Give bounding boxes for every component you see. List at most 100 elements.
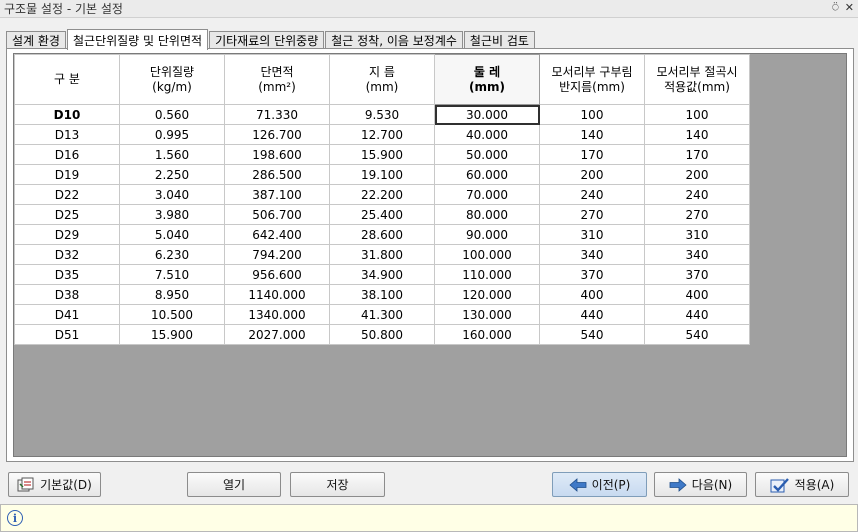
table-row[interactable]: D13 0.995 126.700 12.700 40.000 140 140 <box>14 124 750 145</box>
tab-design-environment[interactable]: 설계 환경 <box>6 31 66 49</box>
col-header-bend-radius[interactable]: 모서리부 구부림 반지름(mm) <box>539 54 645 105</box>
prev-button[interactable]: 이전(P) <box>552 472 647 497</box>
close-icon[interactable]: ✕ <box>845 1 854 15</box>
tab-other-material-weight[interactable]: 기타재료의 단위중량 <box>209 31 325 49</box>
cell-area[interactable]: 794.200 <box>224 244 330 265</box>
cell-unit-mass[interactable]: 8.950 <box>119 284 225 305</box>
cell-category[interactable]: D10 <box>14 104 120 125</box>
cell-perimeter[interactable]: 160.000 <box>434 324 540 345</box>
cell-area[interactable]: 198.600 <box>224 144 330 165</box>
cell-diameter[interactable]: 22.200 <box>329 184 435 205</box>
table-row[interactable]: D22 3.040 387.100 22.200 70.000 240 240 <box>14 184 750 205</box>
cell-bend-radius[interactable]: 140 <box>539 124 645 145</box>
col-header-category[interactable]: 구 분 <box>14 54 120 105</box>
cell-diameter[interactable]: 31.800 <box>329 244 435 265</box>
cell-perimeter[interactable]: 50.000 <box>434 144 540 165</box>
cell-bend-radius[interactable]: 170 <box>539 144 645 165</box>
cell-perimeter[interactable]: 130.000 <box>434 304 540 325</box>
cell-category[interactable]: D19 <box>14 164 120 185</box>
cell-unit-mass[interactable]: 3.040 <box>119 184 225 205</box>
table-row[interactable]: D35 7.510 956.600 34.900 110.000 370 370 <box>14 264 750 285</box>
cell-bend-applied[interactable]: 270 <box>644 204 750 225</box>
table-row[interactable]: D38 8.950 1140.000 38.100 120.000 400 400 <box>14 284 750 305</box>
cell-category[interactable]: D32 <box>14 244 120 265</box>
cell-category[interactable]: D29 <box>14 224 120 245</box>
table-row[interactable]: D16 1.560 198.600 15.900 50.000 170 170 <box>14 144 750 165</box>
tab-anchorage-factor[interactable]: 철근 정착, 이음 보정계수 <box>325 31 463 49</box>
cell-unit-mass[interactable]: 1.560 <box>119 144 225 165</box>
cell-category[interactable]: D51 <box>14 324 120 345</box>
cell-perimeter[interactable]: 30.000 <box>434 104 540 125</box>
cell-bend-applied[interactable]: 440 <box>644 304 750 325</box>
cell-area[interactable]: 2027.000 <box>224 324 330 345</box>
cell-perimeter[interactable]: 120.000 <box>434 284 540 305</box>
cell-category[interactable]: D41 <box>14 304 120 325</box>
table-row[interactable]: D29 5.040 642.400 28.600 90.000 310 310 <box>14 224 750 245</box>
cell-area[interactable]: 387.100 <box>224 184 330 205</box>
table-row[interactable]: D51 15.900 2027.000 50.800 160.000 540 540 <box>14 324 750 345</box>
cell-bend-radius[interactable]: 440 <box>539 304 645 325</box>
cell-bend-applied[interactable]: 140 <box>644 124 750 145</box>
cell-diameter[interactable]: 15.900 <box>329 144 435 165</box>
cell-diameter[interactable]: 28.600 <box>329 224 435 245</box>
cell-area[interactable]: 1140.000 <box>224 284 330 305</box>
col-header-unit-mass[interactable]: 단위질량 (kg/m) <box>119 54 225 105</box>
cell-perimeter[interactable]: 90.000 <box>434 224 540 245</box>
col-header-perimeter[interactable]: 둘 레 (mm) <box>434 54 540 105</box>
save-button[interactable]: 저장 <box>290 472 385 497</box>
cell-area[interactable]: 956.600 <box>224 264 330 285</box>
cell-diameter[interactable]: 41.300 <box>329 304 435 325</box>
cell-bend-radius[interactable]: 240 <box>539 184 645 205</box>
cell-perimeter[interactable]: 110.000 <box>434 264 540 285</box>
tab-rebar-unit-mass[interactable]: 철근단위질량 및 단위면적 <box>66 29 209 50</box>
next-button[interactable]: 다음(N) <box>654 472 747 497</box>
cell-area[interactable]: 642.400 <box>224 224 330 245</box>
cell-bend-radius[interactable]: 400 <box>539 284 645 305</box>
pin-icon[interactable]: ⍥ <box>832 1 839 15</box>
table-row[interactable]: D19 2.250 286.500 19.100 60.000 200 200 <box>14 164 750 185</box>
cell-category[interactable]: D13 <box>14 124 120 145</box>
cell-unit-mass[interactable]: 10.500 <box>119 304 225 325</box>
default-button[interactable]: 기본값(D) <box>8 472 101 497</box>
col-header-bend-applied[interactable]: 모서리부 절곡시 적용값(mm) <box>644 54 750 105</box>
table-row[interactable]: D25 3.980 506.700 25.400 80.000 270 270 <box>14 204 750 225</box>
cell-bend-applied[interactable]: 400 <box>644 284 750 305</box>
cell-bend-applied[interactable]: 310 <box>644 224 750 245</box>
cell-bend-radius[interactable]: 310 <box>539 224 645 245</box>
cell-area[interactable]: 126.700 <box>224 124 330 145</box>
cell-area[interactable]: 71.330 <box>224 104 330 125</box>
cell-perimeter[interactable]: 100.000 <box>434 244 540 265</box>
cell-bend-applied[interactable]: 540 <box>644 324 750 345</box>
cell-perimeter[interactable]: 70.000 <box>434 184 540 205</box>
col-header-diameter[interactable]: 지 름 (mm) <box>329 54 435 105</box>
apply-button[interactable]: 적용(A) <box>755 472 849 497</box>
cell-category[interactable]: D22 <box>14 184 120 205</box>
cell-diameter[interactable]: 50.800 <box>329 324 435 345</box>
cell-area[interactable]: 286.500 <box>224 164 330 185</box>
cell-diameter[interactable]: 25.400 <box>329 204 435 225</box>
cell-category[interactable]: D25 <box>14 204 120 225</box>
cell-unit-mass[interactable]: 5.040 <box>119 224 225 245</box>
col-header-area[interactable]: 단면적 (mm²) <box>224 54 330 105</box>
cell-bend-radius[interactable]: 540 <box>539 324 645 345</box>
cell-bend-applied[interactable]: 200 <box>644 164 750 185</box>
cell-area[interactable]: 1340.000 <box>224 304 330 325</box>
cell-diameter[interactable]: 34.900 <box>329 264 435 285</box>
cell-unit-mass[interactable]: 2.250 <box>119 164 225 185</box>
cell-diameter[interactable]: 9.530 <box>329 104 435 125</box>
cell-bend-radius[interactable]: 100 <box>539 104 645 125</box>
cell-area[interactable]: 506.700 <box>224 204 330 225</box>
cell-category[interactable]: D16 <box>14 144 120 165</box>
cell-bend-radius[interactable]: 340 <box>539 244 645 265</box>
cell-perimeter[interactable]: 40.000 <box>434 124 540 145</box>
cell-perimeter[interactable]: 80.000 <box>434 204 540 225</box>
cell-unit-mass[interactable]: 6.230 <box>119 244 225 265</box>
cell-unit-mass[interactable]: 0.995 <box>119 124 225 145</box>
cell-diameter[interactable]: 38.100 <box>329 284 435 305</box>
cell-bend-applied[interactable]: 370 <box>644 264 750 285</box>
cell-unit-mass[interactable]: 15.900 <box>119 324 225 345</box>
cell-diameter[interactable]: 19.100 <box>329 164 435 185</box>
tab-rebar-ratio-check[interactable]: 철근비 검토 <box>463 31 535 49</box>
cell-bend-radius[interactable]: 270 <box>539 204 645 225</box>
table-row[interactable]: D10 0.560 71.330 9.530 30.000 100 100 <box>14 104 750 125</box>
